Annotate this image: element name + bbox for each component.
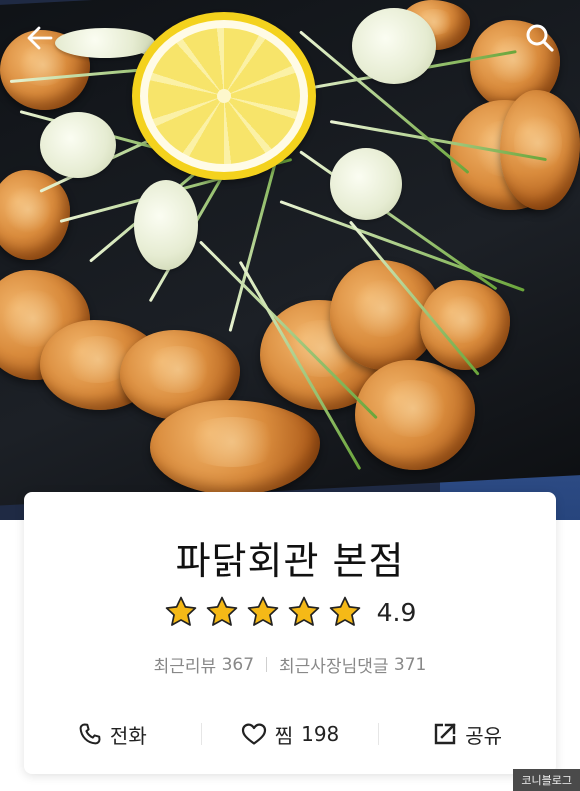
rating-row: 4.9 xyxy=(24,594,556,630)
restaurant-info-card: 파닭회관 본점 4.9 최근리뷰 367 최근사장님댓글 371 전화 찜 19… xyxy=(24,492,556,774)
share-button[interactable]: 공유 xyxy=(379,720,556,749)
like-label: 찜 xyxy=(274,723,294,748)
rating-value: 4.9 xyxy=(376,597,417,627)
back-button[interactable] xyxy=(22,20,58,56)
star-icon xyxy=(329,596,360,626)
search-button[interactable] xyxy=(522,20,558,56)
owner-replies-count: 371 xyxy=(393,654,427,675)
arrow-left-icon xyxy=(27,26,53,50)
recent-reviews-label: 최근리뷰 xyxy=(153,657,217,677)
call-label: 전화 xyxy=(109,723,147,748)
hero-photo xyxy=(0,0,580,520)
garlic-slice xyxy=(352,8,436,84)
watermark: 코니블로그 xyxy=(513,769,580,791)
phone-icon xyxy=(79,723,101,745)
recent-reviews-count: 367 xyxy=(221,654,255,675)
stats-divider xyxy=(266,657,268,672)
garlic-slice xyxy=(55,28,155,58)
action-bar: 전화 찜 198 공유 xyxy=(24,714,556,754)
garlic-slice xyxy=(40,112,116,178)
lemon-slice xyxy=(132,12,316,180)
call-button[interactable]: 전화 xyxy=(24,720,201,749)
share-icon xyxy=(435,723,456,745)
review-stats: 최근리뷰 367 최근사장님댓글 371 xyxy=(24,652,556,678)
search-icon xyxy=(526,24,554,52)
like-button[interactable]: 찜 198 xyxy=(202,720,379,749)
share-label: 공유 xyxy=(465,723,503,748)
garlic-slice xyxy=(330,148,402,220)
restaurant-name: 파닭회관 본점 xyxy=(175,539,405,583)
owner-replies-label: 최근사장님댓글 xyxy=(279,657,389,677)
star-icon xyxy=(206,596,237,626)
heart-icon xyxy=(241,723,266,745)
garlic-slice xyxy=(134,180,198,270)
star-icon xyxy=(247,596,278,626)
like-count: 198 xyxy=(301,722,340,746)
star-icon xyxy=(165,596,196,626)
star-icon xyxy=(288,596,319,626)
